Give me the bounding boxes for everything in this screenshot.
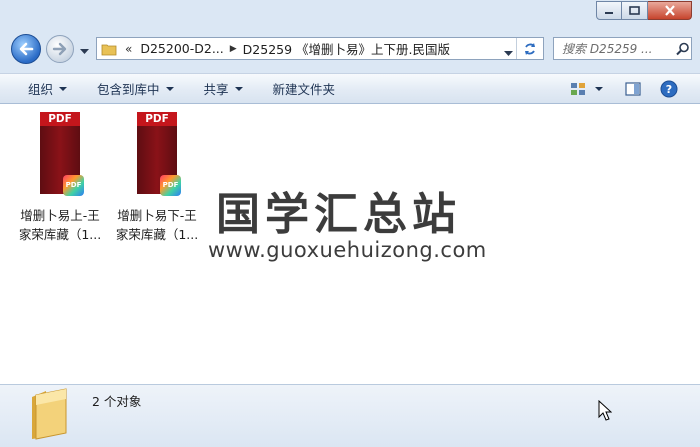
folder-icon bbox=[101, 44, 117, 55]
close-icon bbox=[664, 5, 675, 16]
details-pane: 2 个对象 bbox=[0, 384, 700, 447]
item-count: 2 个对象 bbox=[92, 394, 142, 409]
file-name-line-1: 增删卜易上-王 bbox=[20, 208, 100, 223]
watermark-chinese: 国学汇总站 bbox=[216, 189, 461, 240]
file-name-line-1: 增删卜易下-王 bbox=[117, 208, 197, 223]
change-view-button[interactable] bbox=[566, 78, 606, 100]
explorer-window: « D25200-D2... ▶ D25259 《增删卜易》上下册.民国版 组织… bbox=[0, 0, 700, 447]
include-in-library-menu[interactable]: 包含到库中 bbox=[89, 78, 182, 100]
search-input[interactable] bbox=[560, 40, 676, 57]
chevron-down-icon bbox=[59, 86, 68, 91]
address-bar[interactable]: « D25200-D2... ▶ D25259 《增删卜易》上下册.民国版 bbox=[96, 37, 544, 60]
chevron-down-icon bbox=[234, 86, 243, 91]
maximize-button[interactable] bbox=[622, 1, 648, 20]
organize-menu[interactable]: 组织 bbox=[20, 78, 75, 100]
command-bar: 组织 包含到库中 共享 新建文件夹 ? bbox=[0, 73, 700, 104]
refresh-button[interactable] bbox=[516, 38, 543, 59]
share-label: 共享 bbox=[203, 82, 229, 97]
file-name-line-2: 家荣库藏（1... bbox=[18, 227, 102, 242]
chevron-down-icon bbox=[594, 87, 603, 91]
maximize-icon bbox=[629, 6, 640, 15]
file-item[interactable]: PDF PDF 增删卜易下-王 家荣库藏（1... bbox=[109, 112, 205, 244]
search-box[interactable] bbox=[553, 37, 692, 60]
preview-pane-icon bbox=[625, 82, 641, 96]
mouse-cursor-icon bbox=[598, 400, 612, 421]
close-button[interactable] bbox=[648, 1, 692, 20]
refresh-icon bbox=[525, 42, 535, 55]
chevron-down-icon bbox=[165, 86, 174, 91]
pdf-file-icon: PDF PDF bbox=[137, 112, 181, 196]
breadcrumb-separator-icon[interactable]: ▶ bbox=[230, 44, 237, 54]
back-button[interactable] bbox=[11, 34, 41, 64]
file-list-area[interactable]: PDF PDF 增删卜易上-王 家荣库藏（1... PDF PDF 增删卜易下-… bbox=[0, 104, 700, 384]
chevron-down-icon bbox=[504, 51, 513, 56]
new-folder-label: 新建文件夹 bbox=[272, 82, 336, 97]
new-folder-button[interactable]: 新建文件夹 bbox=[265, 78, 344, 100]
breadcrumb-item-current[interactable]: D25259 《增删卜易》上下册.民国版 bbox=[243, 39, 450, 58]
back-arrow-icon bbox=[19, 42, 34, 56]
view-grid-icon bbox=[570, 83, 585, 95]
pdf-file-icon: PDF PDF bbox=[40, 112, 84, 196]
help-button[interactable]: ? bbox=[658, 78, 680, 100]
navigation-bar: « D25200-D2... ▶ D25259 《增删卜易》上下册.民国版 bbox=[0, 34, 700, 66]
breadcrumb-overflow[interactable]: « bbox=[125, 42, 132, 56]
breadcrumb-item-parent[interactable]: D25200-D2... bbox=[140, 41, 223, 56]
search-icon[interactable] bbox=[676, 42, 690, 56]
forward-button[interactable] bbox=[46, 35, 74, 63]
minimize-button[interactable] bbox=[596, 1, 622, 20]
folder-large-icon bbox=[32, 388, 67, 440]
help-icon: ? bbox=[660, 80, 678, 98]
file-item[interactable]: PDF PDF 增删卜易上-王 家荣库藏（1... bbox=[12, 112, 108, 244]
pdf-app-badge-icon: PDF bbox=[63, 175, 84, 196]
share-menu[interactable]: 共享 bbox=[196, 78, 251, 100]
chevron-down-icon bbox=[80, 49, 89, 54]
preview-pane-button[interactable] bbox=[622, 78, 644, 100]
pdf-header: PDF bbox=[137, 112, 177, 126]
forward-arrow-icon bbox=[52, 42, 67, 56]
minimize-icon bbox=[605, 11, 613, 14]
include-in-library-label: 包含到库中 bbox=[97, 82, 160, 97]
address-history-dropdown[interactable] bbox=[504, 45, 513, 60]
file-name-line-2: 家荣库藏（1... bbox=[115, 227, 199, 242]
svg-text:?: ? bbox=[666, 83, 672, 96]
recent-pages-dropdown[interactable] bbox=[80, 44, 89, 58]
organize-label: 组织 bbox=[28, 82, 54, 97]
watermark-url: www.guoxuehuizong.com bbox=[208, 238, 487, 262]
caption-buttons bbox=[596, 1, 692, 20]
pdf-app-badge-icon: PDF bbox=[160, 175, 181, 196]
pdf-header: PDF bbox=[40, 112, 80, 126]
